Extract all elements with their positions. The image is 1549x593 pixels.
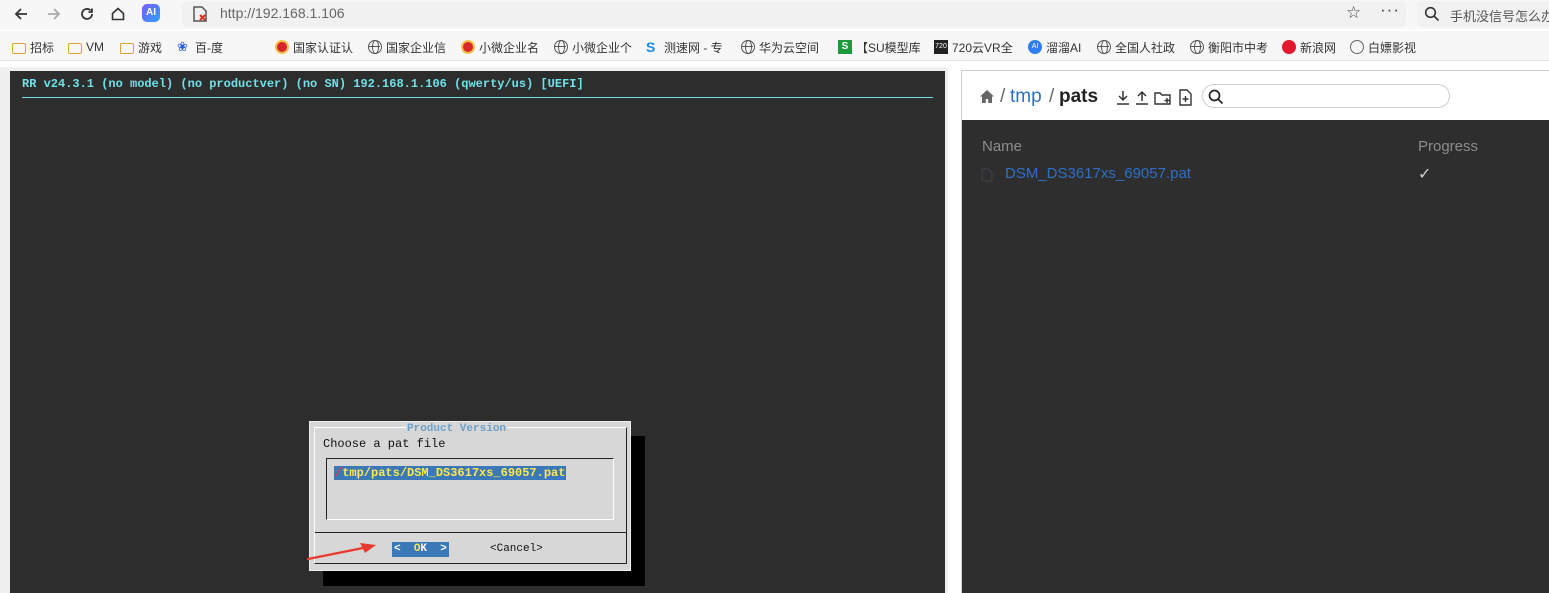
search-icon: [1424, 6, 1440, 22]
breadcrumb-current: pats: [1059, 86, 1099, 107]
search-text[interactable]: 手机没信号怎么办: [1450, 6, 1549, 25]
input-value: tmp/pats/DSM_DS3617xs_69057.pat: [342, 466, 566, 480]
file-search-input[interactable]: [1202, 84, 1450, 108]
bookmark-item[interactable]: 招标: [12, 38, 54, 56]
dialog-separator: [315, 532, 627, 533]
baidu-icon: ❀: [177, 39, 188, 54]
reload-icon[interactable]: [76, 3, 98, 25]
su-icon: S: [838, 40, 852, 54]
download-icon[interactable]: [1117, 91, 1129, 105]
globe-icon: [554, 40, 568, 54]
forward-icon[interactable]: [43, 3, 65, 25]
cancel-button[interactable]: <Cancel>: [490, 542, 543, 557]
home-icon[interactable]: [979, 89, 995, 104]
upload-icon[interactable]: [1136, 90, 1148, 105]
breadcrumb-tmp[interactable]: tmp: [1010, 86, 1042, 108]
file-progress-check: ✓: [1418, 166, 1432, 183]
bookmark-item[interactable]: 小微企业名: [461, 38, 540, 56]
terminal-divider: [22, 97, 933, 98]
more-menu-icon[interactable]: ···: [1380, 0, 1400, 20]
breadcrumb-separator: /: [1049, 86, 1055, 107]
insecure-site-icon[interactable]: [191, 5, 209, 23]
bookmark-item[interactable]: 新浪网: [1282, 38, 1336, 56]
column-header-name[interactable]: Name: [982, 138, 1022, 155]
url-text[interactable]: http://192.168.1.106: [220, 5, 345, 21]
new-file-icon[interactable]: [1179, 89, 1192, 106]
bookmark-item[interactable]: S 【SU模型库: [838, 38, 920, 56]
globe-icon: [368, 40, 382, 54]
bookmarks-bar: 招标 VM 游戏 ❀ 百-度 国家认证认 国家企业信 小微企业名 小微企业个 S测…: [0, 31, 1549, 61]
dialog-prompt: Choose a pat file: [323, 437, 446, 451]
browser-search-box[interactable]: 手机没信号怎么办: [1417, 1, 1549, 27]
bookmark-item[interactable]: 衡阳市中考: [1190, 38, 1270, 56]
globe-icon: [1097, 40, 1111, 54]
ai-assistant-icon[interactable]: AI: [142, 4, 160, 22]
bookmark-item[interactable]: 游戏: [120, 38, 162, 56]
emblem-icon: [275, 40, 289, 54]
ok-button[interactable]: < OK >: [392, 542, 449, 557]
home-icon[interactable]: [107, 3, 129, 25]
breadcrumb-separator: /: [1000, 86, 1006, 107]
column-header-progress: Progress: [1418, 138, 1479, 155]
folder-icon: [120, 42, 134, 54]
720-icon: 720: [934, 40, 948, 54]
bookmark-item[interactable]: 720 720云VR全: [934, 38, 1014, 56]
bookmark-item[interactable]: 华为云空间: [741, 38, 821, 56]
browser-toolbar: AI http://192.168.1.106 ☆ ··· 手机没信号怎么办: [0, 0, 1549, 29]
bookmark-item[interactable]: ❀ 百-度: [177, 38, 223, 56]
bookmark-item[interactable]: 国家企业信: [368, 38, 447, 56]
film-icon: [1350, 40, 1364, 54]
file-actions: [1117, 89, 1192, 106]
bookmark-star-icon[interactable]: ☆: [1346, 3, 1361, 23]
emblem-icon: [461, 40, 475, 54]
bookmark-item[interactable]: S 测速网 - 专: [646, 38, 725, 56]
folder-icon: [68, 42, 82, 54]
address-bar[interactable]: http://192.168.1.106: [182, 1, 1406, 27]
bookmark-item[interactable]: 全国人社政: [1097, 38, 1177, 56]
pat-file-input[interactable]: /tmp/pats/DSM_DS3617xs_69057.pat: [334, 466, 567, 480]
bookmark-item[interactable]: AI 溜溜AI: [1028, 38, 1081, 56]
weibo-icon: [1282, 40, 1296, 54]
speedtest-icon: S: [646, 39, 656, 55]
bookmark-item[interactable]: VM: [68, 38, 104, 56]
bookmark-item[interactable]: 白嫖影视: [1350, 38, 1416, 56]
terminal[interactable]: RR v24.3.1 (no model) (no productver) (n…: [10, 71, 945, 593]
file-browser-header: / tmp / pats: [962, 70, 1549, 120]
bookmark-item[interactable]: 小微企业个: [554, 38, 633, 56]
file-icon: [981, 168, 993, 182]
file-link[interactable]: DSM_DS3617xs_69057.pat: [1005, 165, 1191, 182]
liuliu-icon: AI: [1028, 40, 1042, 54]
file-browser: / tmp / pats Name Progress DSM_DS3617xs_…: [961, 70, 1549, 593]
bookmark-item[interactable]: 国家认证认: [275, 38, 354, 56]
search-icon: [1208, 89, 1224, 105]
folder-icon: [12, 42, 26, 54]
globe-icon: [741, 40, 755, 54]
back-icon[interactable]: [10, 3, 32, 25]
terminal-header: RR v24.3.1 (no model) (no productver) (n…: [22, 77, 584, 91]
globe-icon: [1190, 40, 1204, 54]
annotation-arrow-icon: [306, 543, 376, 561]
dialog-title: Product Version: [406, 423, 508, 435]
new-folder-icon[interactable]: [1154, 92, 1171, 105]
